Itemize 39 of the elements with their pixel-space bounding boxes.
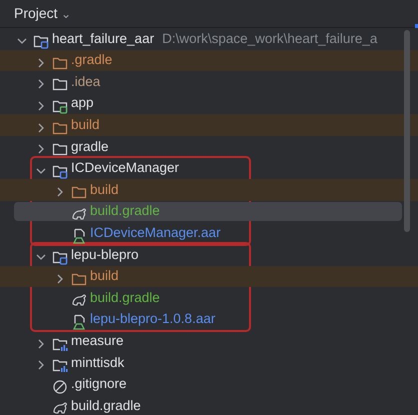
file-name: .gradle	[71, 51, 112, 70]
tree-row[interactable]: build	[0, 179, 418, 201]
tree-row[interactable]: build.gradle	[0, 287, 418, 309]
tree-row[interactable]: lepu-blepro-1.0.8.aar	[0, 308, 418, 330]
file-name: build.gradle	[71, 396, 141, 415]
tree-row[interactable]: heart_failure_aar D:\work\space_work\heart_failure_a	[0, 28, 418, 50]
tree-row[interactable]: build	[0, 114, 418, 136]
tree-row[interactable]: lepu-blepro	[0, 244, 418, 266]
panel-title[interactable]: Project	[14, 3, 58, 24]
file-name: heart_failure_aar	[52, 30, 154, 48]
tree-row[interactable]: build.gradle	[0, 395, 418, 415]
file-name: build	[71, 116, 100, 134]
file-name: build.gradle	[90, 202, 160, 220]
file-name: lepu-blepro-1.0.8.aar	[90, 310, 216, 328]
file-name: ICDeviceManager	[71, 159, 180, 178]
tree-row[interactable]: gradle	[0, 136, 418, 158]
file-name: build	[90, 180, 119, 199]
tree-row[interactable]: ICDeviceManager.aar	[0, 222, 418, 244]
file-name: .idea	[71, 72, 100, 91]
tree-row[interactable]: ICDeviceManager	[0, 158, 418, 180]
project-path: D:\work\space_work\heart_failure_a	[162, 30, 378, 48]
tree-row[interactable]: .gitignore	[0, 374, 418, 396]
file-name: ICDeviceManager.aar	[90, 224, 221, 242]
file-name: gradle	[71, 138, 109, 156]
file-name: lepu-blepro	[71, 246, 139, 264]
tree-row[interactable]: .idea	[0, 71, 418, 93]
tree-row[interactable]: build	[0, 266, 418, 288]
file-name: minttisdk	[71, 354, 124, 372]
tree-row[interactable]: .gradle	[0, 50, 418, 72]
file-name: build.gradle	[90, 288, 160, 307]
tree-row[interactable]: minttisdk	[0, 352, 418, 374]
file-name: .gitignore	[71, 375, 127, 394]
scrollbar-thumb[interactable]	[404, 30, 410, 232]
file-name: app	[71, 94, 94, 112]
file-name: measure	[71, 332, 124, 350]
dropdown-icon[interactable]: ⌄	[60, 8, 71, 20]
file-name: build	[90, 267, 119, 286]
tree-row[interactable]: app	[0, 92, 418, 114]
tree-row[interactable]: measure	[0, 330, 418, 352]
